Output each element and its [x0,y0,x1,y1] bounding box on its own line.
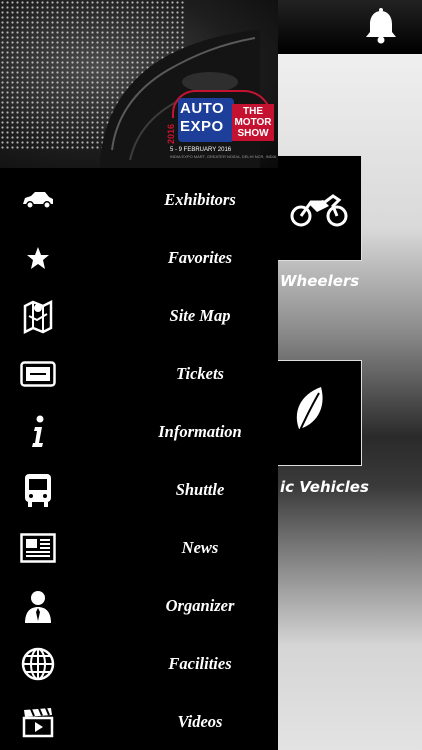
menu-item-favorites[interactable]: Favorites [0,230,278,286]
menu-label-site-map: Site Map [169,306,231,325]
menu-item-news[interactable]: News [0,520,278,576]
star-icon [18,238,58,278]
menu-item-information[interactable]: Information [0,404,278,460]
logo-year: 2016 [166,123,176,144]
clapperboard-icon [18,702,58,742]
category-label-two-wheelers: Wheelers [280,272,360,290]
menu-item-organizer[interactable]: Organizer [0,578,278,634]
logo-venue: INDIA EXPO MART, GREATER NOIDA, DELHI NC… [170,154,277,159]
menu-label-shuttle: Shuttle [175,480,225,499]
menu-item-site-map[interactable]: Site Map [0,288,278,344]
bell-icon[interactable] [362,8,400,44]
menu-item-videos[interactable]: Videos [0,694,278,750]
menu-item-shuttle[interactable]: Shuttle [0,462,278,518]
ticket-icon [18,354,58,394]
motorcycle-icon [290,194,348,227]
menu-item-facilities[interactable]: Facilities [0,636,278,692]
newspaper-icon [18,528,58,568]
category-label-electric-vehicles: ic Vehicles [280,478,369,496]
person-icon [18,586,58,626]
menu-item-tickets[interactable]: Tickets [0,346,278,402]
navigation-drawer: 2016 AUTO EXPO THE MOTOR SHOW 5 - 9 FEBR… [0,0,278,750]
menu-label-organizer: Organizer [165,596,235,615]
drawer-header-banner: 2016 AUTO EXPO THE MOTOR SHOW 5 - 9 FEBR… [0,0,278,168]
menu-label-information: Information [158,422,242,441]
menu-label-facilities: Facilities [168,654,232,673]
menu-label-videos: Videos [177,712,223,731]
menu-item-exhibitors[interactable]: Exhibitors [0,172,278,228]
leaf-icon [296,387,323,438]
map-icon [18,296,58,336]
auto-expo-logo: 2016 AUTO EXPO THE MOTOR SHOW 5 - 9 FEBR… [166,90,277,159]
logo-brand-bottom: EXPO [180,118,224,135]
menu-label-news: News [181,538,219,557]
logo-theme: THE MOTOR SHOW [232,104,274,141]
globe-icon [18,644,58,684]
menu-label-exhibitors: Exhibitors [164,190,236,209]
menu-label-favorites: Favorites [167,248,233,267]
logo-dates: 5 - 9 FEBRUARY 2016 [170,147,232,153]
menu-label-tickets: Tickets [176,364,224,383]
car-icon [18,180,58,220]
info-icon [18,412,58,452]
logo-brand-top: AUTO [180,100,225,117]
bus-icon [18,470,58,510]
